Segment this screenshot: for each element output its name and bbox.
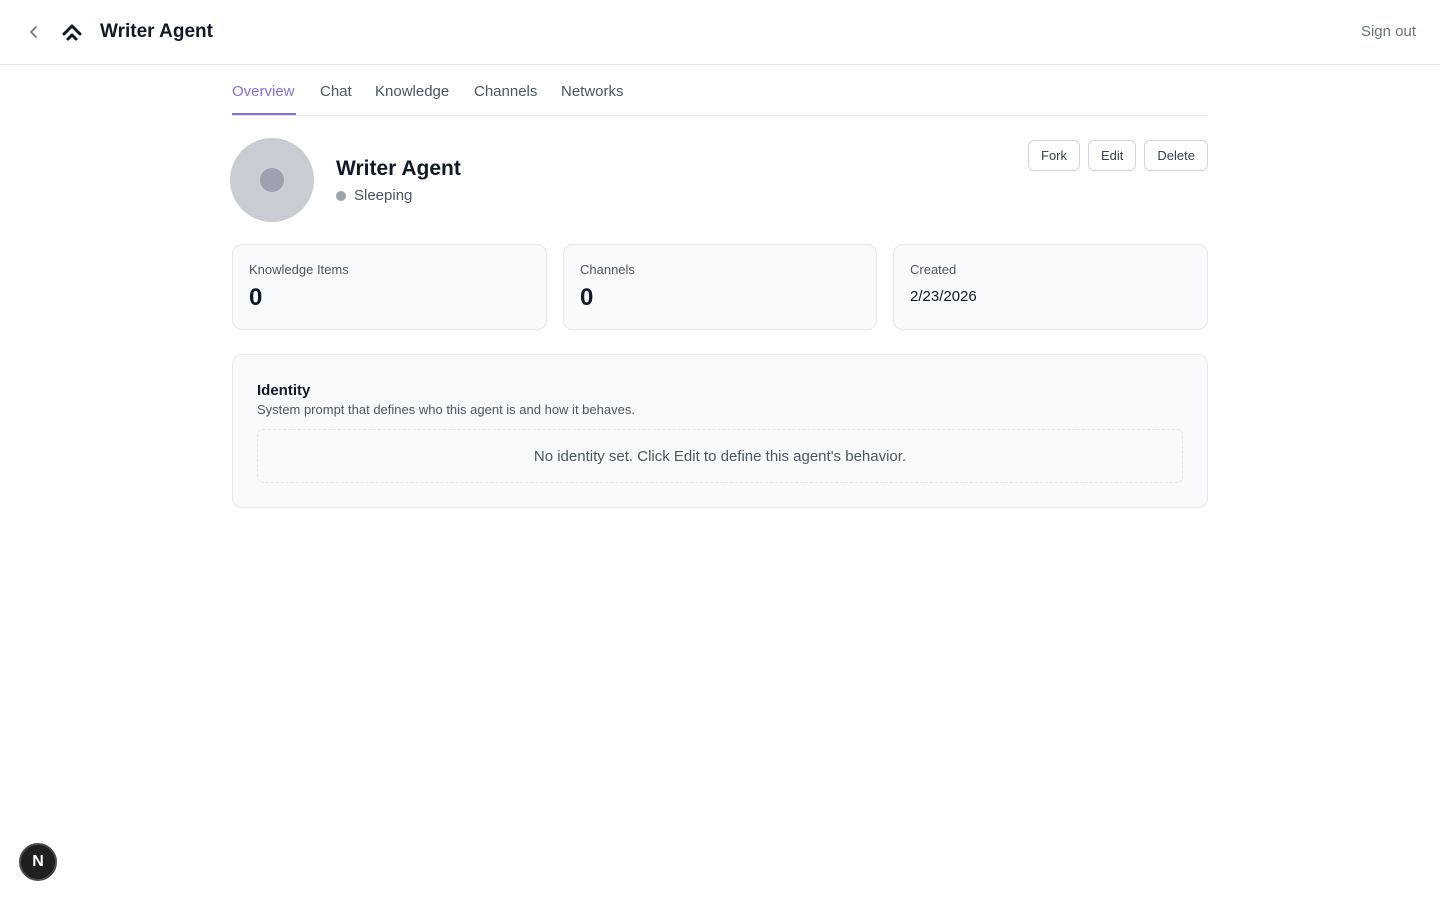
stat-label: Knowledge Items: [249, 262, 349, 277]
action-buttons: Fork Edit Delete: [1028, 140, 1208, 171]
back-button[interactable]: [20, 18, 48, 46]
double-chevron-up-logo-icon: [62, 24, 82, 41]
edit-button[interactable]: Edit: [1088, 140, 1137, 171]
avatar: [230, 138, 314, 222]
delete-button[interactable]: Delete: [1144, 140, 1208, 171]
n-logo-icon: N: [32, 853, 44, 870]
stat-value: 0: [580, 284, 594, 311]
tab-knowledge[interactable]: Knowledge: [375, 82, 449, 102]
floating-n-button[interactable]: N: [19, 843, 57, 881]
tab-channels[interactable]: Channels: [474, 82, 537, 102]
stat-label: Created: [910, 262, 957, 277]
tab-chat[interactable]: Chat: [320, 82, 352, 102]
status-dot-icon: [336, 191, 346, 201]
avatar-placeholder-icon: [260, 168, 284, 192]
identity-description: System prompt that defines who this agen…: [257, 402, 635, 417]
identity-card: Identity System prompt that defines who …: [232, 354, 1208, 508]
tab-overview[interactable]: Overview: [232, 82, 295, 102]
stat-label: Channels: [580, 262, 635, 277]
top-bar: Writer Agent Sign out: [0, 0, 1440, 65]
identity-empty-state: No identity set. Click Edit to define th…: [257, 429, 1183, 483]
active-tab-indicator: [232, 113, 296, 115]
stat-value: 2/23/2026: [910, 288, 977, 305]
identity-title: Identity: [257, 382, 311, 399]
chevron-left-icon: [30, 26, 37, 38]
app-logo[interactable]: [60, 20, 84, 44]
page-title: Writer Agent: [100, 21, 213, 42]
sign-out-link[interactable]: Sign out: [1361, 21, 1416, 43]
tab-bar: Overview Chat Knowledge Channels Network…: [232, 65, 1208, 116]
agent-name: Writer Agent: [336, 157, 461, 180]
identity-empty-message: No identity set. Click Edit to define th…: [533, 447, 907, 465]
stat-value: 0: [249, 284, 263, 311]
stat-card-channels: Channels 0: [563, 244, 877, 330]
fork-button[interactable]: Fork: [1028, 140, 1081, 171]
stat-card-knowledge-items: Knowledge Items 0: [232, 244, 547, 330]
status-label: Sleeping: [354, 187, 413, 204]
tab-networks[interactable]: Networks: [561, 82, 624, 102]
stat-card-created: Created 2/23/2026: [893, 244, 1208, 330]
status-indicator: Sleeping: [336, 186, 412, 206]
